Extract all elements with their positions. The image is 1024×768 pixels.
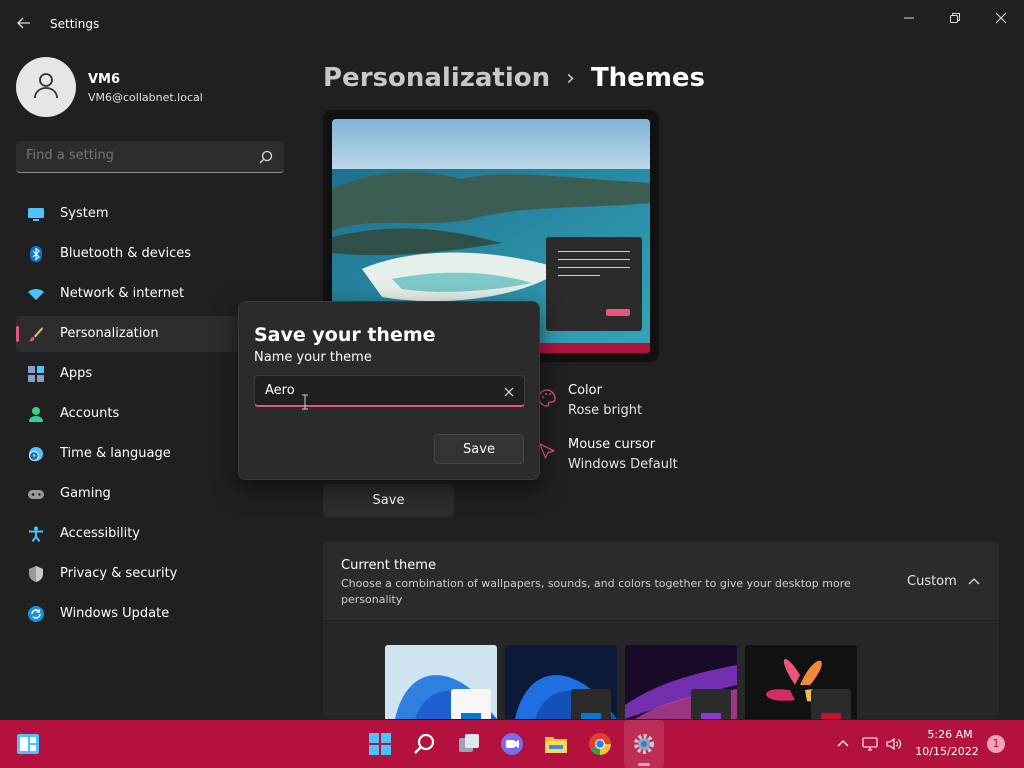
breadcrumb-separator: › bbox=[566, 65, 575, 91]
sidebar-item-label: Time & language bbox=[60, 446, 171, 461]
theme-thumbnails bbox=[323, 621, 999, 719]
theme-thumbnail-captured-motion[interactable] bbox=[745, 645, 857, 719]
minimize-icon bbox=[903, 9, 915, 28]
dialog-save-button[interactable]: Save bbox=[434, 434, 524, 464]
network-icon[interactable] bbox=[862, 736, 878, 752]
color-value: Rose bright bbox=[568, 403, 643, 418]
accounts-icon bbox=[28, 406, 44, 422]
chat-icon[interactable] bbox=[500, 732, 524, 756]
sidebar-item-bluetooth[interactable]: Bluetooth & devices bbox=[16, 236, 284, 272]
widgets-icon[interactable] bbox=[16, 732, 40, 756]
close-button[interactable] bbox=[978, 4, 1024, 32]
wifi-icon bbox=[28, 286, 44, 302]
start-icon[interactable] bbox=[368, 732, 392, 756]
restore-icon bbox=[949, 9, 961, 28]
shield-icon bbox=[28, 566, 44, 582]
tray-chevron-up-icon[interactable] bbox=[835, 736, 851, 752]
sidebar-item-label: Windows Update bbox=[60, 606, 170, 621]
search-box[interactable] bbox=[16, 141, 284, 173]
thumbnail-accent bbox=[461, 713, 481, 719]
cursor-value: Windows Default bbox=[568, 457, 678, 472]
theme-thumbnail-light[interactable] bbox=[385, 645, 497, 719]
clock-date[interactable]: 10/15/2022 bbox=[912, 745, 982, 758]
cursor-icon bbox=[537, 441, 557, 461]
minimize-button[interactable] bbox=[886, 4, 932, 32]
theme-name-field[interactable] bbox=[254, 375, 525, 407]
sidebar-item-label: Bluetooth & devices bbox=[60, 246, 191, 261]
clear-x-icon[interactable] bbox=[502, 384, 516, 398]
color-title[interactable]: Color bbox=[568, 383, 602, 398]
search-input[interactable] bbox=[26, 148, 246, 163]
sidebar-item-label: Apps bbox=[60, 366, 93, 381]
task-view-icon[interactable] bbox=[457, 732, 481, 756]
preview-window bbox=[546, 237, 642, 331]
profile-name: VM6 bbox=[88, 72, 121, 87]
text-cursor-icon bbox=[301, 394, 309, 410]
thumbnail-accent bbox=[821, 713, 841, 719]
accessibility-icon bbox=[28, 526, 44, 543]
sidebar-item-accessibility[interactable]: Accessibility bbox=[16, 516, 284, 552]
breadcrumb: Personalization › Themes bbox=[323, 60, 705, 96]
preview-line bbox=[558, 251, 630, 252]
cursor-title[interactable]: Mouse cursor bbox=[568, 437, 655, 452]
sidebar-item-label: Gaming bbox=[60, 486, 111, 501]
current-theme-description: Choose a combination of wallpapers, soun… bbox=[341, 577, 851, 606]
sidebar-item-label: Accessibility bbox=[60, 526, 140, 541]
sidebar-item-gaming[interactable]: Gaming bbox=[16, 476, 284, 512]
page-title: Themes bbox=[590, 63, 706, 93]
preview-line bbox=[558, 259, 630, 260]
palette-icon bbox=[537, 388, 557, 408]
profile-email: VM6@collabnet.local bbox=[88, 91, 203, 104]
sidebar-item-label: Personalization bbox=[60, 326, 159, 341]
back-button[interactable] bbox=[12, 12, 36, 36]
current-theme-card[interactable]: Current theme Choose a combination of wa… bbox=[323, 542, 999, 620]
dialog-title: Save your theme bbox=[254, 324, 436, 346]
gamepad-icon bbox=[28, 486, 44, 502]
chevron-up-icon[interactable] bbox=[967, 574, 981, 588]
notification-badge[interactable]: 1 bbox=[987, 735, 1005, 753]
preview-line bbox=[558, 275, 600, 276]
theme-name-input[interactable] bbox=[265, 383, 485, 398]
globe-clock-icon bbox=[28, 446, 44, 462]
volume-icon[interactable] bbox=[886, 736, 902, 752]
chrome-icon[interactable] bbox=[588, 732, 612, 756]
breadcrumb-parent[interactable]: Personalization bbox=[323, 63, 550, 93]
save-theme-button[interactable]: Save bbox=[323, 484, 454, 517]
back-arrow-icon bbox=[17, 15, 31, 34]
user-icon bbox=[31, 70, 61, 104]
active-app-indicator bbox=[638, 763, 650, 766]
sidebar-item-system[interactable]: System bbox=[16, 196, 284, 232]
avatar[interactable] bbox=[16, 57, 76, 117]
thumbnail-accent bbox=[701, 713, 721, 719]
preview-line bbox=[558, 267, 630, 268]
sidebar-item-label: Privacy & security bbox=[60, 566, 178, 581]
bluetooth-icon bbox=[28, 246, 44, 262]
current-theme-title: Current theme bbox=[341, 558, 436, 573]
preview-accent-button bbox=[606, 309, 630, 316]
sidebar-item-windows-update[interactable]: Windows Update bbox=[16, 596, 284, 632]
close-icon bbox=[995, 9, 1007, 28]
current-theme-value: Custom bbox=[907, 574, 957, 589]
sidebar-item-label: System bbox=[60, 206, 109, 221]
app-title: Settings bbox=[50, 17, 100, 31]
search-icon bbox=[258, 149, 274, 165]
update-icon bbox=[28, 606, 44, 622]
theme-thumbnail-glow[interactable] bbox=[625, 645, 737, 719]
sidebar-item-label: Accounts bbox=[60, 406, 120, 421]
thumbnail-accent bbox=[581, 713, 601, 719]
brush-icon bbox=[28, 326, 44, 342]
sidebar-item-label: Network & internet bbox=[60, 286, 185, 301]
file-explorer-icon[interactable] bbox=[544, 732, 568, 756]
title-bar: Settings bbox=[0, 0, 1024, 48]
settings-icon[interactable] bbox=[632, 732, 656, 756]
system-icon bbox=[28, 206, 44, 222]
theme-thumbnail-dark[interactable] bbox=[505, 645, 617, 719]
clock-time[interactable]: 5:26 AM bbox=[920, 728, 980, 741]
save-theme-dialog: Save your theme Name your theme Save bbox=[238, 301, 540, 480]
search-icon[interactable] bbox=[413, 732, 437, 756]
apps-icon bbox=[28, 366, 44, 382]
sidebar-item-privacy-security[interactable]: Privacy & security bbox=[16, 556, 284, 592]
dialog-label: Name your theme bbox=[254, 350, 372, 365]
restore-button[interactable] bbox=[932, 4, 978, 32]
